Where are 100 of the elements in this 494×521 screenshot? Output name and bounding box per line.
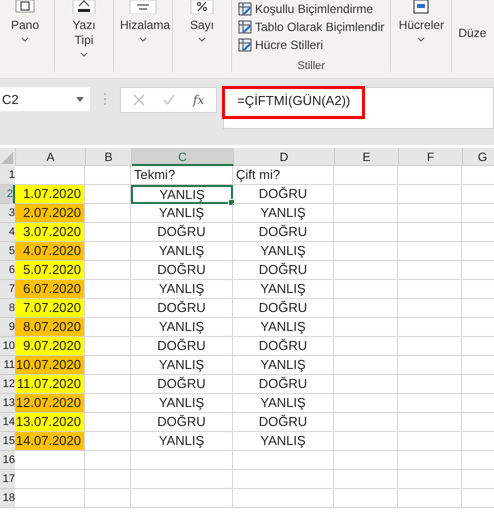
- ribbon-group-button[interactable]: Hücreler: [395, 14, 448, 46]
- chevron-down-icon: [198, 37, 206, 42]
- chevron-down-icon: [21, 37, 29, 42]
- table-cell: YANLIŞ: [131, 318, 233, 337]
- table-cell: DOĞRU: [233, 261, 334, 280]
- table-cell: YANLIŞ: [131, 280, 233, 299]
- column-header[interactable]: G: [463, 148, 494, 166]
- empty-cell: [334, 432, 398, 451]
- empty-cell: [398, 413, 462, 432]
- empty-cell: [398, 185, 462, 204]
- column-header[interactable]: D: [234, 148, 335, 166]
- empty-cell: [334, 280, 398, 299]
- empty-cell: [398, 223, 462, 242]
- row-header[interactable]: 18: [0, 489, 15, 508]
- row-header[interactable]: 9: [0, 318, 15, 337]
- empty-cell: [334, 489, 398, 508]
- row-header[interactable]: 5: [0, 242, 15, 261]
- empty-cell: [334, 356, 398, 375]
- table-cell: DOĞRU: [131, 223, 233, 242]
- empty-cell: [398, 394, 462, 413]
- row-header[interactable]: 10: [0, 337, 15, 356]
- date-cell: 1.07.2020: [15, 185, 85, 204]
- row-header[interactable]: 16: [0, 451, 15, 470]
- ribbon-group-button[interactable]: Hizalama: [118, 14, 168, 46]
- row-header[interactable]: 12: [0, 375, 15, 394]
- empty-cell: [334, 299, 398, 318]
- row-header[interactable]: 11: [0, 356, 15, 375]
- ribbon-group-button[interactable]: Yazı Tipi: [59, 14, 109, 61]
- row-header[interactable]: 3: [0, 204, 15, 223]
- row-header[interactable]: 13: [0, 394, 15, 413]
- row-header[interactable]: 15: [0, 432, 15, 451]
- styles-menu-button[interactable]: Tablo Olarak Biçimlendir: [238, 18, 384, 36]
- table-cell: YANLIŞ: [131, 356, 233, 375]
- empty-cell: [398, 489, 462, 508]
- ribbon-group-button[interactable]: Pano: [0, 14, 50, 46]
- column-header[interactable]: F: [399, 148, 463, 166]
- column-header[interactable]: A: [16, 148, 86, 166]
- check-icon[interactable]: [163, 94, 175, 106]
- date-cell: 4.07.2020: [15, 242, 85, 261]
- row-header[interactable]: 14: [0, 413, 15, 432]
- formula-input[interactable]: =ÇİFTMİ(GÜN(A2)): [223, 87, 494, 129]
- empty-cell: [398, 204, 462, 223]
- empty-cell: [334, 470, 398, 489]
- empty-cell: [334, 451, 398, 470]
- table-cell: YANLIŞ: [233, 356, 334, 375]
- chevron-down-icon: [139, 37, 147, 42]
- empty-cell: [398, 470, 462, 489]
- name-box[interactable]: C2: [0, 87, 90, 111]
- date-cell: 11.07.2020: [15, 375, 85, 394]
- row-header[interactable]: 4: [0, 223, 15, 242]
- empty-cell: [398, 242, 462, 261]
- table-cell: Tekmi?: [131, 166, 233, 185]
- row-header[interactable]: 6: [0, 261, 15, 280]
- column-header[interactable]: C: [132, 148, 234, 166]
- date-cell: 6.07.2020: [15, 280, 85, 299]
- date-cell: 14.07.2020: [15, 432, 85, 451]
- row-header[interactable]: 17: [0, 470, 15, 489]
- table-cell: DOĞRU: [131, 413, 233, 432]
- table-cell: YANLIŞ: [131, 242, 233, 261]
- empty-cell: [85, 489, 131, 508]
- column-header[interactable]: B: [86, 148, 132, 166]
- select-all-icon[interactable]: [0, 148, 16, 166]
- table-cell: DOĞRU: [233, 337, 334, 356]
- ribbon-group-button[interactable]: Düze: [456, 0, 488, 45]
- table-style-icon: [238, 20, 252, 34]
- insert-function-button[interactable]: fx: [193, 93, 204, 107]
- row-header[interactable]: 7: [0, 280, 15, 299]
- table-cell: YANLIŞ: [131, 394, 233, 413]
- fill-handle[interactable]: [228, 199, 235, 206]
- dropdown-caret-icon: [76, 96, 84, 102]
- column-header[interactable]: E: [335, 148, 399, 166]
- row-header[interactable]: 2: [0, 185, 15, 204]
- row-header[interactable]: 8: [0, 299, 15, 318]
- table-cell: DOĞRU: [131, 261, 233, 280]
- table-cell: YANLIŞ: [131, 432, 233, 451]
- table-cell: DOĞRU: [131, 299, 233, 318]
- table-cell: YANLIŞ: [233, 280, 334, 299]
- empty-cell: [398, 375, 462, 394]
- date-cell: 9.07.2020: [15, 337, 85, 356]
- ribbon-group-button[interactable]: Sayı: [177, 14, 227, 46]
- empty-cell: [334, 261, 398, 280]
- empty-cell: [398, 432, 462, 451]
- empty-cell: [334, 223, 398, 242]
- empty-cell: [334, 185, 398, 204]
- styles-menu-button[interactable]: Koşullu Biçimlendirme: [238, 0, 384, 18]
- table-cell: DOĞRU: [131, 337, 233, 356]
- empty-cell: [85, 470, 131, 489]
- table-style-icon: [238, 2, 252, 16]
- group-label: Stiller: [296, 60, 326, 72]
- empty-cell: [334, 394, 398, 413]
- cancel-icon[interactable]: [133, 94, 145, 106]
- row-header[interactable]: 1: [0, 166, 15, 185]
- table-cell: YANLIŞ: [233, 432, 334, 451]
- align-icon: [128, 0, 158, 14]
- empty-cell: [85, 451, 131, 470]
- empty-cell: [334, 242, 398, 261]
- empty-cell: [398, 356, 462, 375]
- empty-cell: [398, 280, 462, 299]
- chevron-down-icon: [417, 37, 426, 42]
- styles-menu-button[interactable]: Hücre Stilleri: [238, 36, 384, 54]
